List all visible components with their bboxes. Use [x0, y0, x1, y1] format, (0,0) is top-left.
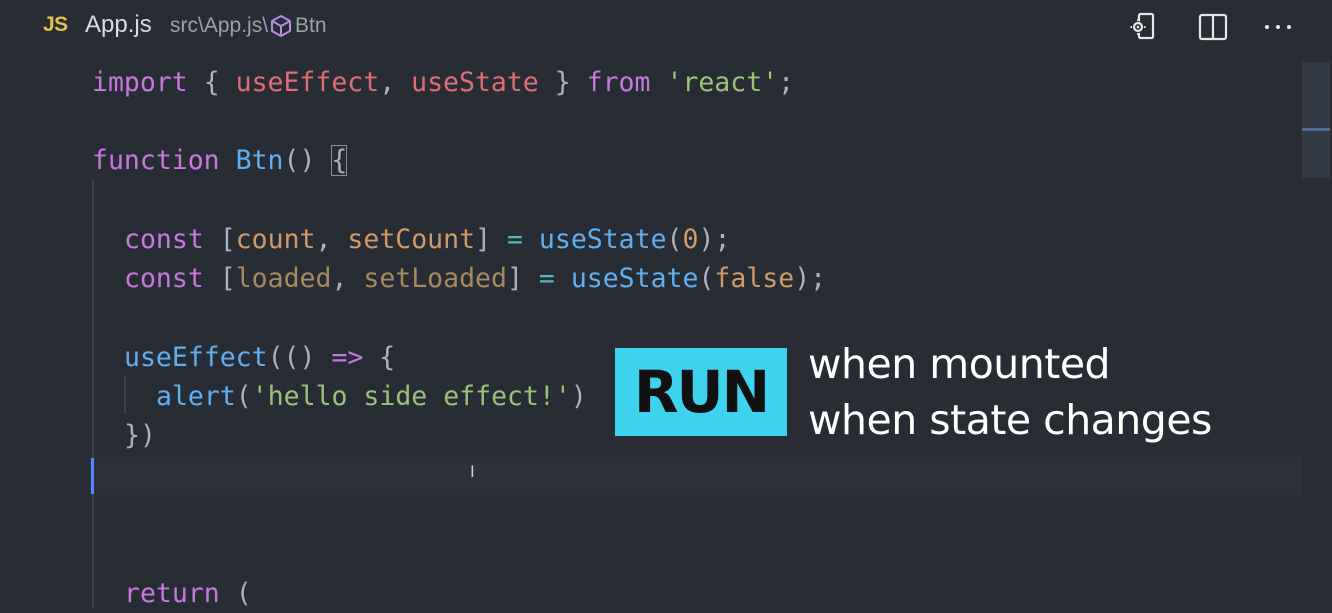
scrollbar-cursor-marker — [1302, 128, 1330, 131]
open-changes-icon[interactable] — [1130, 12, 1158, 42]
breadcrumb-path[interactable]: src\App.js\ — [170, 14, 268, 38]
code-line-6: const [loaded, setLoaded] = useState(fal… — [124, 263, 827, 294]
caption-line-1: when mounted — [808, 340, 1111, 388]
breadcrumb-symbol[interactable]: Btn — [295, 14, 327, 38]
vertical-scrollbar[interactable] — [1302, 62, 1330, 178]
split-editor-icon[interactable] — [1198, 12, 1228, 42]
code-line-8: useEffect(() => { — [124, 342, 396, 373]
code-editor[interactable]: import { useEffect, useState } from 'rea… — [0, 56, 1332, 609]
breadcrumb: src\App.js\ Btn — [170, 14, 327, 38]
matched-bracket: { — [331, 145, 348, 176]
code-line-14: return ( — [124, 578, 252, 609]
editor-tab-bar: JS App.js src\App.js\ Btn — [0, 0, 1332, 56]
mouse-ibeam-icon: I — [470, 462, 475, 481]
code-line-3: function Btn() { — [92, 145, 348, 176]
code-line-10: }) — [124, 420, 156, 451]
code-line-1: import { useEffect, useState } from 'rea… — [92, 67, 795, 98]
javascript-file-icon: JS — [43, 13, 68, 36]
indent-guide — [124, 376, 126, 414]
file-tab-title[interactable]: App.js — [85, 11, 152, 39]
text-cursor — [91, 458, 94, 494]
current-line-highlight — [92, 457, 1302, 495]
indent-guide — [92, 180, 94, 608]
code-line-5: const [count, setCount] = useState(0); — [124, 224, 731, 255]
caption-line-2: when state changes — [808, 396, 1212, 444]
symbol-cube-icon — [271, 15, 292, 37]
more-actions-icon[interactable] — [1263, 12, 1293, 42]
code-line-9: alert('hello side effect!') — [156, 381, 587, 412]
run-badge: RUN — [615, 348, 787, 436]
run-caption: when mounted when state changes — [808, 336, 1212, 448]
